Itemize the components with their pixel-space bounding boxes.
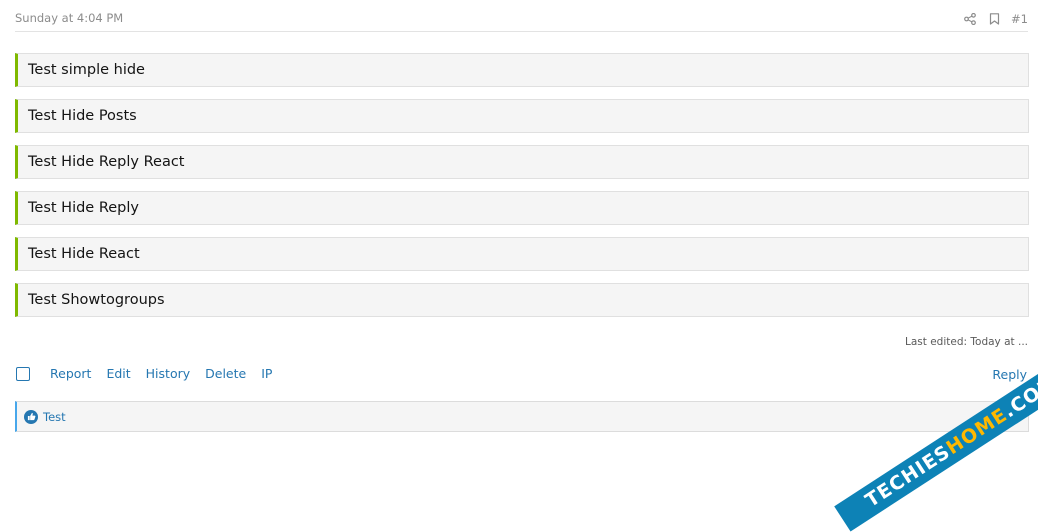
post-header: Sunday at 4:04 PM #1: [15, 6, 1028, 32]
post-body: Test simple hide Test Hide Posts Test Hi…: [15, 53, 1029, 329]
share-icon[interactable]: [963, 12, 977, 26]
hide-block: Test Showtogroups: [15, 283, 1029, 317]
like-icon: [24, 409, 38, 424]
edit-link[interactable]: Edit: [106, 366, 130, 381]
bookmark-icon[interactable]: [987, 12, 1001, 26]
hide-block-text: Test Hide Reply React: [28, 154, 185, 170]
hide-block: Test Hide Reply React: [15, 145, 1029, 179]
reactions-bar: Test: [15, 401, 1029, 432]
action-links: Report Edit History Delete IP: [15, 366, 1029, 381]
hide-block: Test simple hide: [15, 53, 1029, 87]
hide-block-text: Test simple hide: [28, 62, 145, 78]
ip-link[interactable]: IP: [261, 366, 272, 381]
reaction-users[interactable]: Test: [43, 410, 66, 424]
last-edited: Last edited: Today at ...: [905, 336, 1028, 348]
header-actions: #1: [963, 12, 1028, 26]
delete-link[interactable]: Delete: [205, 366, 246, 381]
hide-block-text: Test Hide Reply: [28, 200, 139, 216]
action-bar: Report Edit History Delete IP Reply: [15, 366, 1029, 386]
hide-block: Test Hide Reply: [15, 191, 1029, 225]
report-link[interactable]: Report: [50, 366, 91, 381]
hide-block: Test Hide React: [15, 237, 1029, 271]
history-link[interactable]: History: [146, 366, 190, 381]
hide-block-text: Test Hide Posts: [28, 108, 137, 124]
hide-block-text: Test Hide React: [28, 246, 140, 262]
reply-link[interactable]: Reply: [992, 367, 1027, 382]
hide-block: Test Hide Posts: [15, 99, 1029, 133]
watermark-part1: TECHIES: [861, 440, 955, 512]
post-date[interactable]: Sunday at 4:04 PM: [15, 11, 123, 25]
select-checkbox[interactable]: [16, 366, 30, 381]
hide-block-text: Test Showtogroups: [28, 292, 165, 308]
post-number[interactable]: #1: [1011, 12, 1028, 26]
